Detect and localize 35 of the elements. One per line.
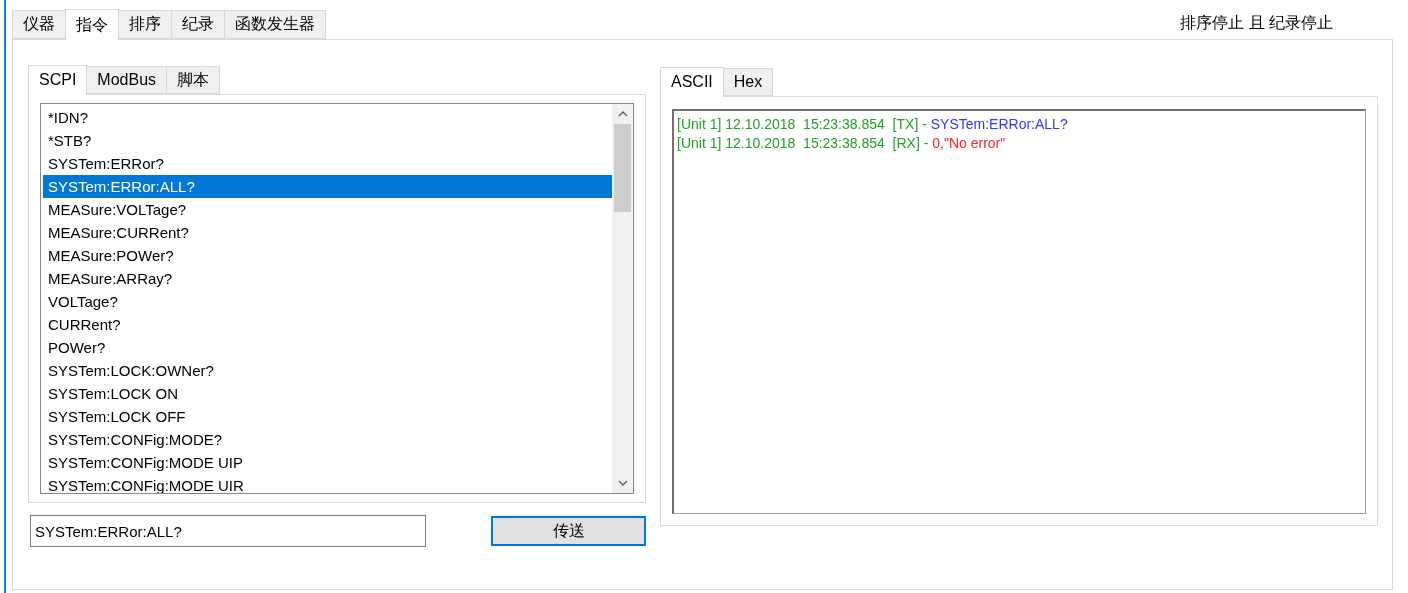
list-item[interactable]: VOLTage? — [43, 290, 612, 313]
scroll-thumb[interactable] — [614, 124, 631, 212]
list-item[interactable]: SYSTem:ERRor? — [43, 152, 612, 175]
tab[interactable]: SCPI — [28, 65, 88, 95]
tab[interactable]: 排序 — [118, 10, 172, 39]
list-item[interactable]: MEASure:VOLTage? — [43, 198, 612, 221]
status-text: 排序停止 且 纪录停止 — [1180, 13, 1333, 33]
list-item[interactable]: MEASure:POWer? — [43, 244, 612, 267]
tab[interactable]: 指令 — [65, 9, 119, 40]
list-item[interactable]: POWer? — [43, 336, 612, 359]
list-item[interactable]: CURRent? — [43, 313, 612, 336]
list-item[interactable]: *STB? — [43, 129, 612, 152]
list-item[interactable]: MEASure:ARRay? — [43, 267, 612, 290]
tab[interactable]: ModBus — [86, 66, 168, 94]
list-item[interactable]: SYSTem:CONFig:MODE UIP — [43, 451, 612, 474]
tab[interactable]: Hex — [722, 68, 774, 96]
log-message: SYSTem:ERRor:ALL? — [930, 115, 1068, 134]
list-item[interactable]: *IDN? — [43, 106, 612, 129]
tab[interactable]: 函数发生器 — [224, 10, 326, 39]
send-button[interactable]: 传送 — [491, 516, 646, 546]
command-field[interactable]: SYSTem:ERRor:ALL? — [30, 515, 426, 547]
tab[interactable]: 纪录 — [171, 10, 225, 39]
list-item[interactable]: SYSTem:LOCK ON — [43, 382, 612, 405]
log-message: 0,"No error" — [932, 134, 1006, 153]
tab[interactable]: 仪器 — [12, 10, 66, 39]
list-item[interactable]: SYSTem:ERRor:ALL? — [43, 175, 612, 198]
log-meta: [Unit 1] 12.10.2018 15:23:38.854 [RX] - — [677, 134, 930, 153]
list-item[interactable]: SYSTem:LOCK OFF — [43, 405, 612, 428]
list-item[interactable]: SYSTem:CONFig:MODE? — [43, 428, 612, 451]
tab[interactable]: ASCII — [660, 67, 724, 97]
list-item[interactable]: SYSTem:LOCK:OWNer? — [43, 359, 612, 382]
tab[interactable]: 脚本 — [166, 66, 221, 94]
list-item[interactable]: MEASure:CURRent? — [43, 221, 612, 244]
scrollbar[interactable] — [612, 104, 633, 493]
log-meta: [Unit 1] 12.10.2018 15:23:38.854 [TX] - — [677, 115, 928, 134]
